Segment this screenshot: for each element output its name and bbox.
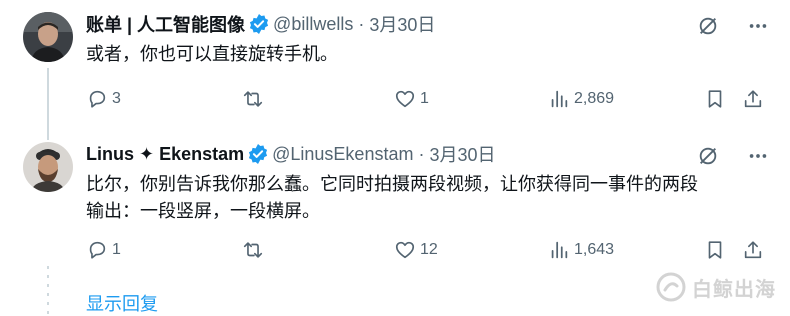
tweet-actions: 3 1 2,869 (86, 86, 776, 112)
bookmark-button[interactable] (704, 88, 726, 110)
reply-button[interactable]: 3 (86, 88, 121, 110)
grok-icon[interactable] (696, 14, 720, 38)
separator-dot: · (418, 143, 425, 164)
show-replies-link[interactable]: 显示回复 (86, 290, 158, 316)
tweet-top-actions (696, 14, 770, 38)
share-button[interactable] (742, 88, 764, 110)
like-count: 12 (420, 241, 438, 258)
retweet-button[interactable] (242, 88, 268, 110)
separator-dot: · (358, 13, 365, 34)
reply-button[interactable]: 1 (86, 239, 121, 261)
reply-count: 1 (112, 241, 121, 258)
views-count: 1,643 (574, 241, 615, 258)
verified-icon (249, 14, 269, 34)
views-button[interactable]: 1,643 (548, 239, 614, 261)
tweet-billwells[interactable]: 账单 | 人工智能图像 @billwells · 3月30日 或者，你也可以直接… (0, 0, 790, 130)
like-button[interactable]: 1 (394, 88, 429, 110)
tweet-linusekenstam[interactable]: Linus ✦ Ekenstam @LinusEkenstam · 3月30日 … (0, 130, 790, 285)
views-icon (551, 90, 568, 108)
bookmark-button[interactable] (704, 239, 726, 261)
reply-icon (89, 90, 106, 108)
like-icon (395, 241, 415, 259)
tweet-date[interactable]: 3月30日 (429, 141, 495, 167)
watermark-text: 白鲸出海 (692, 278, 776, 301)
more-icon[interactable] (746, 144, 770, 168)
like-icon (395, 90, 415, 108)
views-icon (551, 241, 568, 259)
tweet-text: 或者，你也可以直接旋转手机。 (86, 44, 338, 64)
tweet-text: 比尔，你别告诉我你那么蠢。它同时拍摄两段视频，让你获得同一事件的两段 输出：一段… (86, 171, 776, 225)
avatar[interactable] (23, 12, 73, 62)
thread-view: 账单 | 人工智能图像 @billwells · 3月30日 或者，你也可以直接… (0, 0, 790, 316)
tweet-top-actions (696, 144, 770, 168)
retweet-icon (243, 91, 263, 107)
tweet-header: 账单 | 人工智能图像 @billwells · 3月30日 (86, 12, 435, 36)
tweet-actions: 1 12 1,643 (86, 237, 776, 263)
watermark-logo-icon (656, 272, 686, 302)
tweet-text-line-2: 输出：一段竖屏，一段横屏。 (86, 201, 320, 221)
like-count: 1 (420, 90, 429, 107)
display-name[interactable]: Linus ✦ Ekenstam (86, 144, 244, 165)
tweet-date[interactable]: 3月30日 (369, 11, 435, 37)
bookmark-icon (708, 241, 722, 259)
share-icon (744, 90, 762, 108)
views-button[interactable]: 2,869 (548, 88, 614, 110)
tweet-text-line-1: 比尔，你别告诉我你那么蠢。它同时拍摄两段视频，让你获得同一事件的两段 (86, 174, 698, 194)
views-count: 2,869 (574, 90, 615, 107)
reply-count: 3 (112, 90, 121, 107)
bookmark-icon (708, 90, 722, 108)
reply-icon (89, 241, 106, 259)
like-button[interactable]: 12 (394, 239, 438, 261)
avatar[interactable] (23, 142, 73, 192)
retweet-icon (243, 242, 263, 258)
watermark: 白鲸出海 (656, 272, 776, 302)
more-icon[interactable] (746, 14, 770, 38)
user-handle[interactable]: @LinusEkenstam (272, 144, 413, 165)
share-icon (744, 241, 762, 259)
verified-icon (248, 144, 268, 164)
tweet-header: Linus ✦ Ekenstam @LinusEkenstam · 3月30日 (86, 142, 496, 166)
retweet-button[interactable] (242, 239, 268, 261)
user-handle[interactable]: @billwells (273, 14, 353, 35)
grok-icon[interactable] (696, 144, 720, 168)
display-name[interactable]: 账单 | 人工智能图像 (86, 11, 245, 37)
share-button[interactable] (742, 239, 764, 261)
